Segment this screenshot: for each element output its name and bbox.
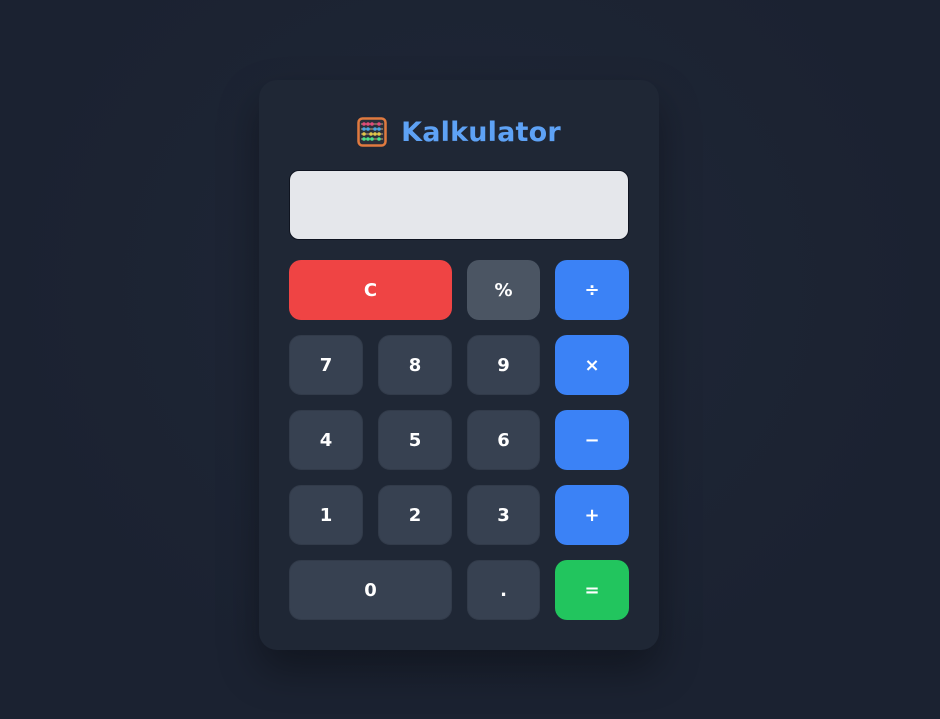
equals-button[interactable]: = [555, 560, 629, 620]
calculator-panel: Kalkulator C % ÷ 7 8 9 × 4 5 6 − 1 2 3 +… [259, 80, 659, 650]
digit-2-button[interactable]: 2 [378, 485, 452, 545]
add-button[interactable]: + [555, 485, 629, 545]
digit-0-button[interactable]: 0 [289, 560, 452, 620]
digit-5-button[interactable]: 5 [378, 410, 452, 470]
clear-button[interactable]: C [289, 260, 452, 320]
digit-8-button[interactable]: 8 [378, 335, 452, 395]
digit-9-button[interactable]: 9 [467, 335, 540, 395]
digit-1-button[interactable]: 1 [289, 485, 363, 545]
multiply-button[interactable]: × [555, 335, 629, 395]
calculator-display [289, 170, 629, 240]
digit-4-button[interactable]: 4 [289, 410, 363, 470]
decimal-button[interactable]: . [467, 560, 540, 620]
subtract-button[interactable]: − [555, 410, 629, 470]
app-title: Kalkulator [401, 116, 561, 148]
digit-3-button[interactable]: 3 [467, 485, 540, 545]
percent-button[interactable]: % [467, 260, 540, 320]
digit-6-button[interactable]: 6 [467, 410, 540, 470]
abacus-icon [357, 117, 387, 147]
divide-button[interactable]: ÷ [555, 260, 629, 320]
digit-7-button[interactable]: 7 [289, 335, 363, 395]
calculator-header: Kalkulator [259, 114, 659, 150]
